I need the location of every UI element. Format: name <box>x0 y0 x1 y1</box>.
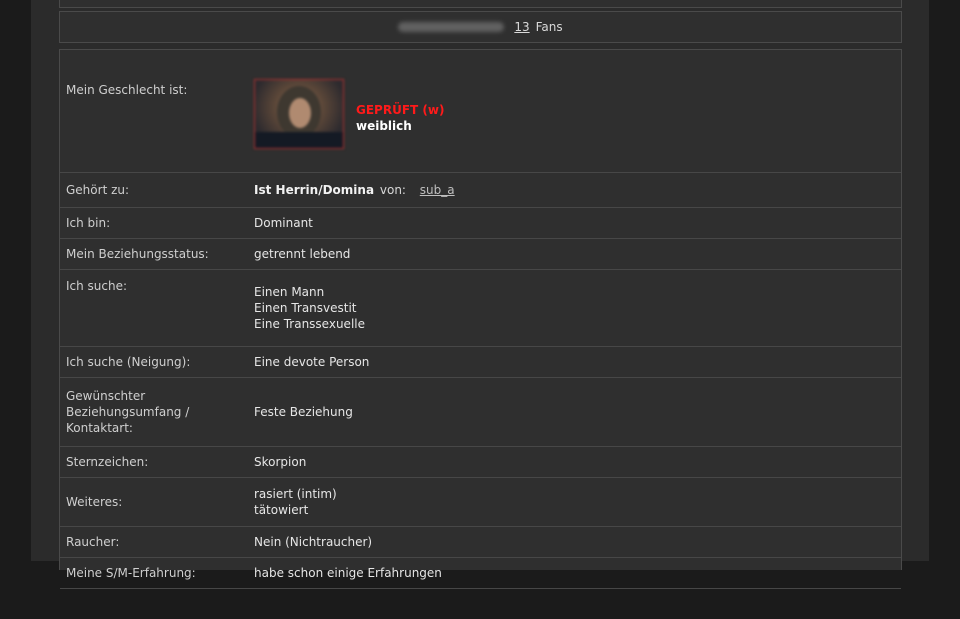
profile-row: Weiteres: rasiert (intim) tätowiert <box>60 478 901 527</box>
row-label: Ich suche: <box>60 270 248 347</box>
row-label: Gehört zu: <box>60 173 248 208</box>
gender-value: weiblich <box>356 118 444 134</box>
blurred-username <box>398 22 504 32</box>
profile-row: Gewünschter Beziehungsumfang / Kontaktar… <box>60 378 901 447</box>
page-container: 13 Fans Mein Geschlecht ist: GEPRÜFT (w)… <box>31 0 929 561</box>
row-value: habe schon einige Erfahrungen <box>248 558 901 589</box>
row-label: Sternzeichen: <box>60 447 248 478</box>
row-value-line: Einen Transvestit <box>254 300 901 316</box>
row-label: Weiteres: <box>60 478 248 527</box>
profile-row-gender: Mein Geschlecht ist: GEPRÜFT (w) weiblic… <box>60 56 901 173</box>
fans-label: Fans <box>536 20 563 34</box>
row-label: Meine S/M-Erfahrung: <box>60 558 248 589</box>
owner-profile-link[interactable]: sub_a <box>420 183 455 197</box>
row-value: Skorpion <box>248 447 901 478</box>
row-label: Ich suche (Neigung): <box>60 347 248 378</box>
fans-count-link[interactable]: 13 <box>514 20 529 34</box>
profile-details-panel: Mein Geschlecht ist: GEPRÜFT (w) weiblic… <box>59 49 902 570</box>
top-panel-edge <box>59 0 902 8</box>
profile-row: Sternzeichen: Skorpion <box>60 447 901 478</box>
fans-bar: 13 Fans <box>59 11 902 43</box>
row-label: Raucher: <box>60 527 248 558</box>
row-value-line: Einen Mann <box>254 284 901 300</box>
profile-row-empty <box>60 589 901 619</box>
profile-row: Ich bin: Dominant <box>60 208 901 239</box>
row-value-line: Eine Transsexuelle <box>254 316 901 332</box>
row-value: getrennt lebend <box>248 239 901 270</box>
row-label: Mein Geschlecht ist: <box>60 56 248 173</box>
profile-row: Meine S/M-Erfahrung: habe schon einige E… <box>60 558 901 589</box>
profile-row-belongs: Gehört zu: Ist Herrin/Domina von: sub_a <box>60 173 901 208</box>
profile-table: Mein Geschlecht ist: GEPRÜFT (w) weiblic… <box>60 56 901 619</box>
belongs-role: Ist Herrin/Domina <box>254 183 374 197</box>
row-label: Mein Beziehungsstatus: <box>60 239 248 270</box>
row-value: Dominant <box>248 208 901 239</box>
row-value-line: rasiert (intim) <box>254 486 901 502</box>
profile-row: Ich suche (Neigung): Eine devote Person <box>60 347 901 378</box>
verified-badge: GEPRÜFT (w) <box>356 102 444 118</box>
row-value: Nein (Nichtraucher) <box>248 527 901 558</box>
profile-row: Mein Beziehungsstatus: getrennt lebend <box>60 239 901 270</box>
row-label: Ich bin: <box>60 208 248 239</box>
profile-row: Raucher: Nein (Nichtraucher) <box>60 527 901 558</box>
profile-photo-thumbnail[interactable] <box>254 79 344 149</box>
row-value-line: tätowiert <box>254 502 901 518</box>
row-value: Eine devote Person <box>248 347 901 378</box>
row-label: Gewünschter Beziehungsumfang / Kontaktar… <box>60 378 248 447</box>
belongs-von: von: <box>380 183 406 197</box>
profile-row: Ich suche: Einen Mann Einen Transvestit … <box>60 270 901 347</box>
row-value: Feste Beziehung <box>248 378 901 447</box>
